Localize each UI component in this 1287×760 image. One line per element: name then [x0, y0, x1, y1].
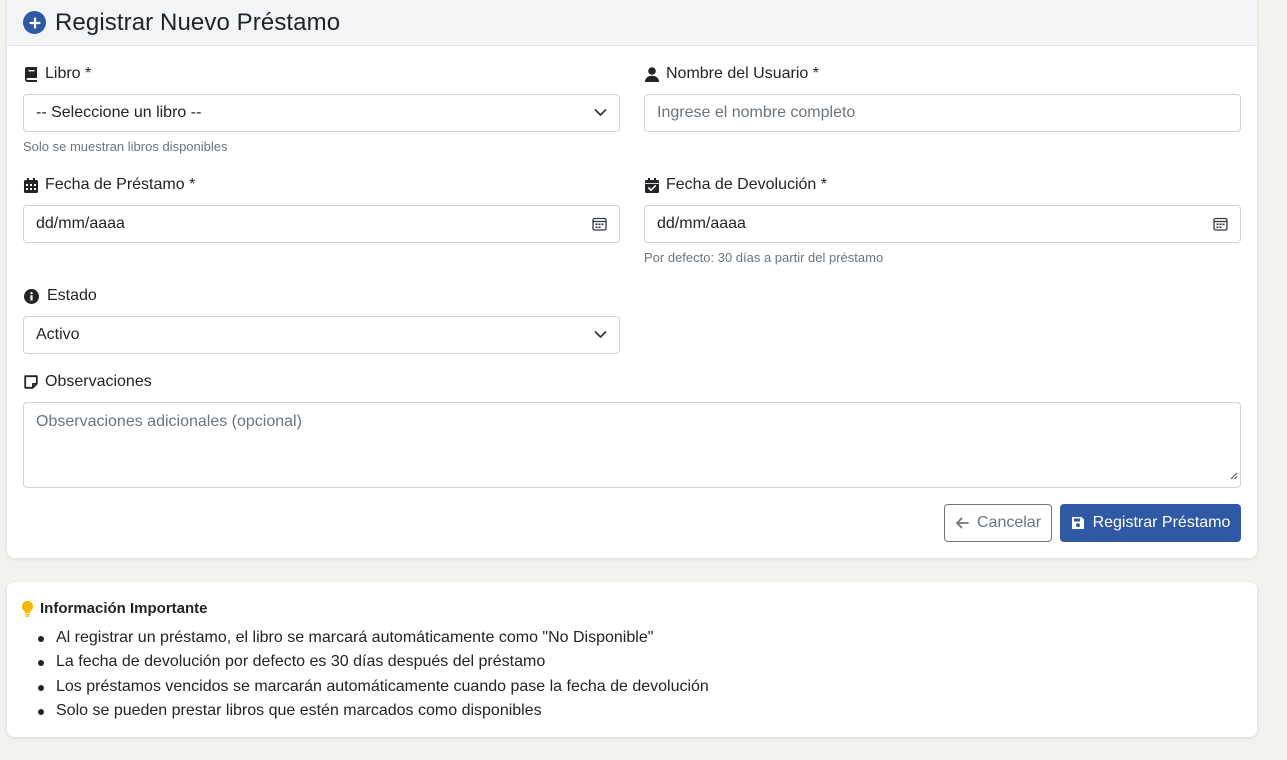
chevron-down-icon — [594, 109, 607, 118]
libro-field: Libro * — [23, 64, 91, 84]
fecha-devolucion-field: Fecha de Devolución * — [644, 175, 827, 195]
list-item: Solo se pueden prestar libros que estén … — [36, 699, 1257, 723]
sticky-note-icon — [23, 374, 39, 390]
book-icon — [23, 66, 39, 82]
estado-field: Estado — [23, 286, 97, 306]
libro-hint: Solo se muestran libros disponibles — [23, 139, 228, 154]
calendar-check-icon — [644, 177, 660, 193]
arrow-left-icon — [955, 517, 969, 529]
lightbulb-icon — [22, 600, 33, 617]
submit-label: Registrar Préstamo — [1092, 514, 1231, 531]
save-icon — [1071, 516, 1085, 530]
info-circle-icon — [23, 288, 39, 304]
usuario-field: Nombre del Usuario * — [644, 64, 819, 84]
usuario-label: Nombre del Usuario * — [666, 65, 819, 82]
info-title: Información Importante — [40, 600, 208, 617]
observaciones-field: Observaciones — [23, 372, 152, 392]
usuario-placeholder: Ingrese el nombre completo — [657, 104, 856, 121]
calendar-picker-icon[interactable] — [592, 217, 607, 231]
fecha-devolucion-hint: Por defecto: 30 días a partir del présta… — [644, 250, 884, 265]
fecha-prestamo-label: Fecha de Préstamo * — [45, 176, 196, 193]
list-item: Los préstamos vencidos se marcarán autom… — [36, 675, 1257, 699]
list-item: La fecha de devolución por defecto es 30… — [36, 650, 1257, 674]
fecha-devolucion-label: Fecha de Devolución * — [666, 176, 827, 193]
libro-label: Libro * — [45, 65, 92, 82]
calendar-picker-icon[interactable] — [1213, 217, 1228, 231]
fecha-prestamo-input[interactable]: dd/mm/aaaa — [23, 205, 620, 243]
cancel-label: Cancelar — [976, 514, 1042, 531]
user-icon — [644, 66, 660, 82]
calendar-icon — [23, 177, 39, 193]
card-header: Registrar Nuevo Préstamo — [7, 0, 1257, 46]
plus-circle-icon — [23, 11, 46, 34]
page-title: Registrar Nuevo Préstamo — [55, 8, 341, 36]
loan-form-card: Registrar Nuevo Préstamo Libro * -- Sele… — [7, 0, 1257, 558]
list-item: Al registrar un préstamo, el libro se ma… — [36, 626, 1257, 650]
info-card: Información Importante Al registrar un p… — [7, 582, 1257, 737]
fecha-prestamo-field: Fecha de Préstamo * — [23, 175, 195, 195]
chevron-down-icon — [594, 331, 607, 340]
info-list: Al registrar un préstamo, el libro se ma… — [22, 626, 1257, 723]
observaciones-textarea[interactable]: Observaciones adicionales (opcional) — [23, 402, 1241, 488]
resize-handle-icon[interactable] — [1229, 467, 1238, 485]
estado-select[interactable]: Activo — [23, 316, 620, 354]
fecha-devolucion-input[interactable]: dd/mm/aaaa — [644, 205, 1241, 243]
fecha-devolucion-value: dd/mm/aaaa — [657, 215, 746, 232]
libro-select-value: -- Seleccione un libro -- — [36, 104, 202, 121]
estado-label: Estado — [47, 287, 97, 304]
observaciones-placeholder: Observaciones adicionales (opcional) — [36, 413, 302, 430]
observaciones-label: Observaciones — [45, 373, 152, 390]
estado-select-value: Activo — [36, 326, 80, 343]
submit-button[interactable]: Registrar Préstamo — [1060, 504, 1241, 542]
libro-select[interactable]: -- Seleccione un libro -- — [23, 94, 620, 132]
cancel-button[interactable]: Cancelar — [944, 504, 1052, 542]
fecha-prestamo-value: dd/mm/aaaa — [36, 215, 125, 232]
usuario-input[interactable]: Ingrese el nombre completo — [644, 94, 1241, 132]
